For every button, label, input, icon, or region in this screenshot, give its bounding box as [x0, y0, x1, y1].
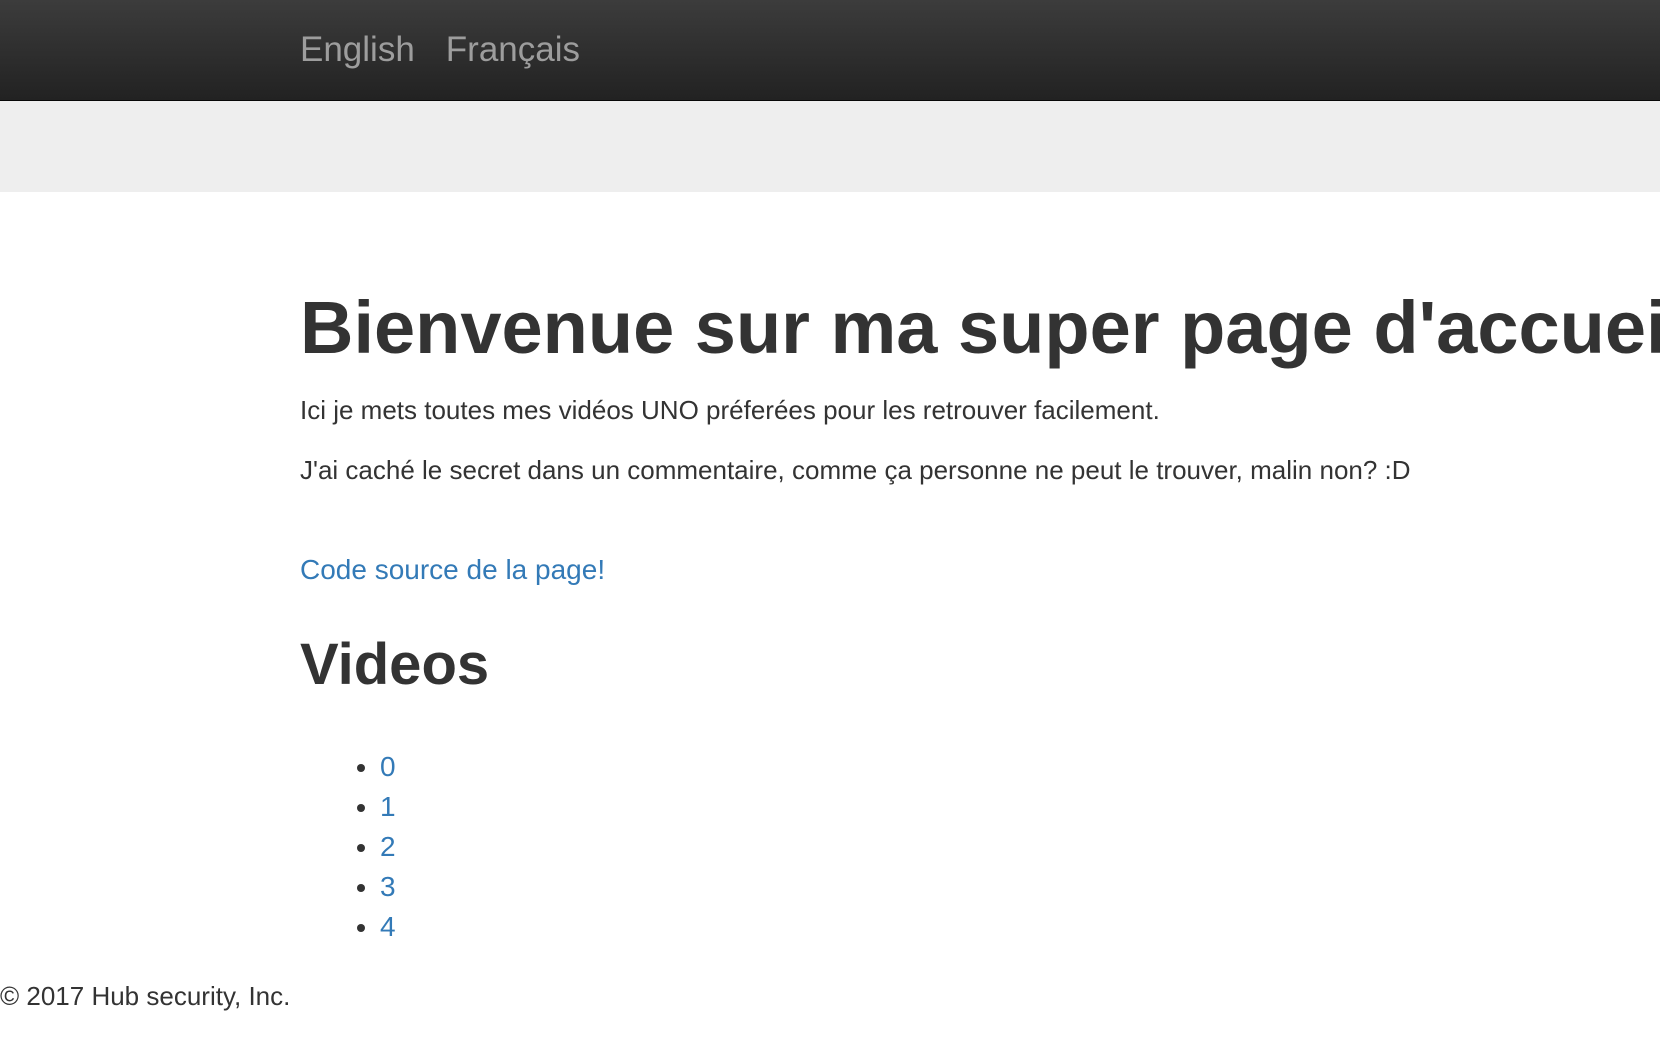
list-item: 4	[380, 907, 396, 947]
list-item: 3	[380, 867, 396, 907]
language-link-english[interactable]: English	[300, 0, 415, 100]
nav-item-english: English	[300, 0, 446, 100]
video-link-1[interactable]: 1	[380, 791, 396, 822]
video-link-4[interactable]: 4	[380, 911, 396, 942]
list-item: 2	[380, 827, 396, 867]
intro-text: Ici je mets toutes mes vidéos UNO préfer…	[300, 395, 1160, 425]
video-list: 0 1 2 3 4	[340, 747, 396, 947]
language-nav: English Français	[300, 0, 611, 100]
list-item: 1	[380, 787, 396, 827]
language-link-francais[interactable]: Français	[446, 0, 580, 100]
page-source-link[interactable]: Code source de la page!	[300, 554, 605, 586]
jumbotron-band	[0, 101, 1660, 192]
video-link-2[interactable]: 2	[380, 831, 396, 862]
list-item: 0	[380, 747, 396, 787]
secret-hint-text: J'ai caché le secret dans un commentaire…	[300, 455, 1411, 485]
nav-item-francais: Français	[446, 0, 611, 100]
video-link-3[interactable]: 3	[380, 871, 396, 902]
video-link-0[interactable]: 0	[380, 751, 396, 782]
page-title: Bienvenue sur ma super page d'accueil!	[300, 286, 1660, 369]
footer-copyright: © 2017 Hub security, Inc.	[0, 981, 291, 1011]
videos-heading: Videos	[300, 632, 490, 697]
top-navbar: English Français	[0, 0, 1660, 101]
